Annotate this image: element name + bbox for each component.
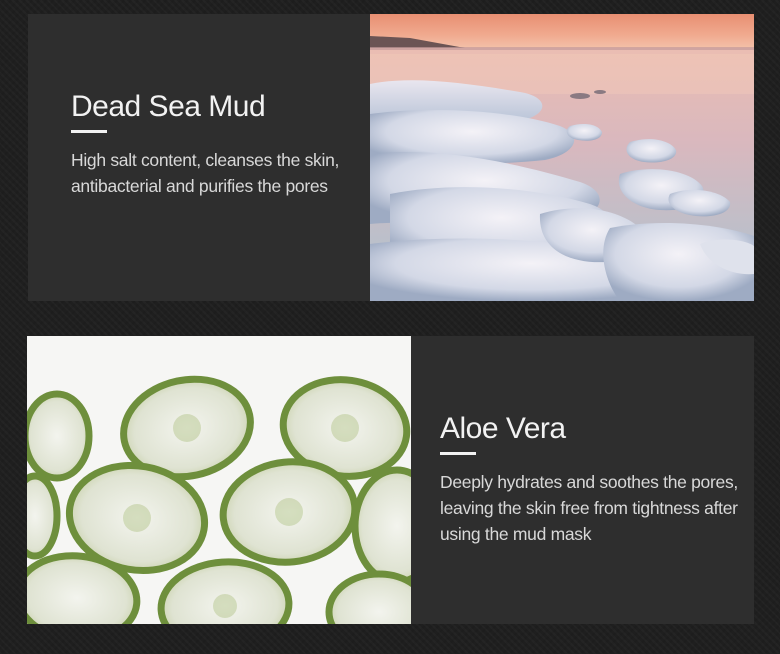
section-description: Deeply hydrates and soothes the pores, l… — [440, 472, 738, 544]
dead-sea-mud-text: Dead Sea Mud High salt content, cleanses… — [71, 88, 341, 199]
title-underline — [71, 130, 107, 133]
aloe-vera-slices-photo — [27, 336, 411, 624]
title-underline — [440, 452, 476, 455]
dead-sea-salt-shore-photo — [370, 14, 754, 301]
aloe-vera-card: Aloe Vera Deeply hydrates and soothes th… — [27, 336, 754, 624]
section-description: High salt content, cleanses the skin, an… — [71, 150, 340, 196]
section-title: Aloe Vera — [440, 412, 566, 445]
section-title: Dead Sea Mud — [71, 90, 266, 123]
dead-sea-mud-card: Dead Sea Mud High salt content, cleanses… — [28, 14, 754, 301]
aloe-vera-text: Aloe Vera Deeply hydrates and soothes th… — [440, 410, 740, 547]
